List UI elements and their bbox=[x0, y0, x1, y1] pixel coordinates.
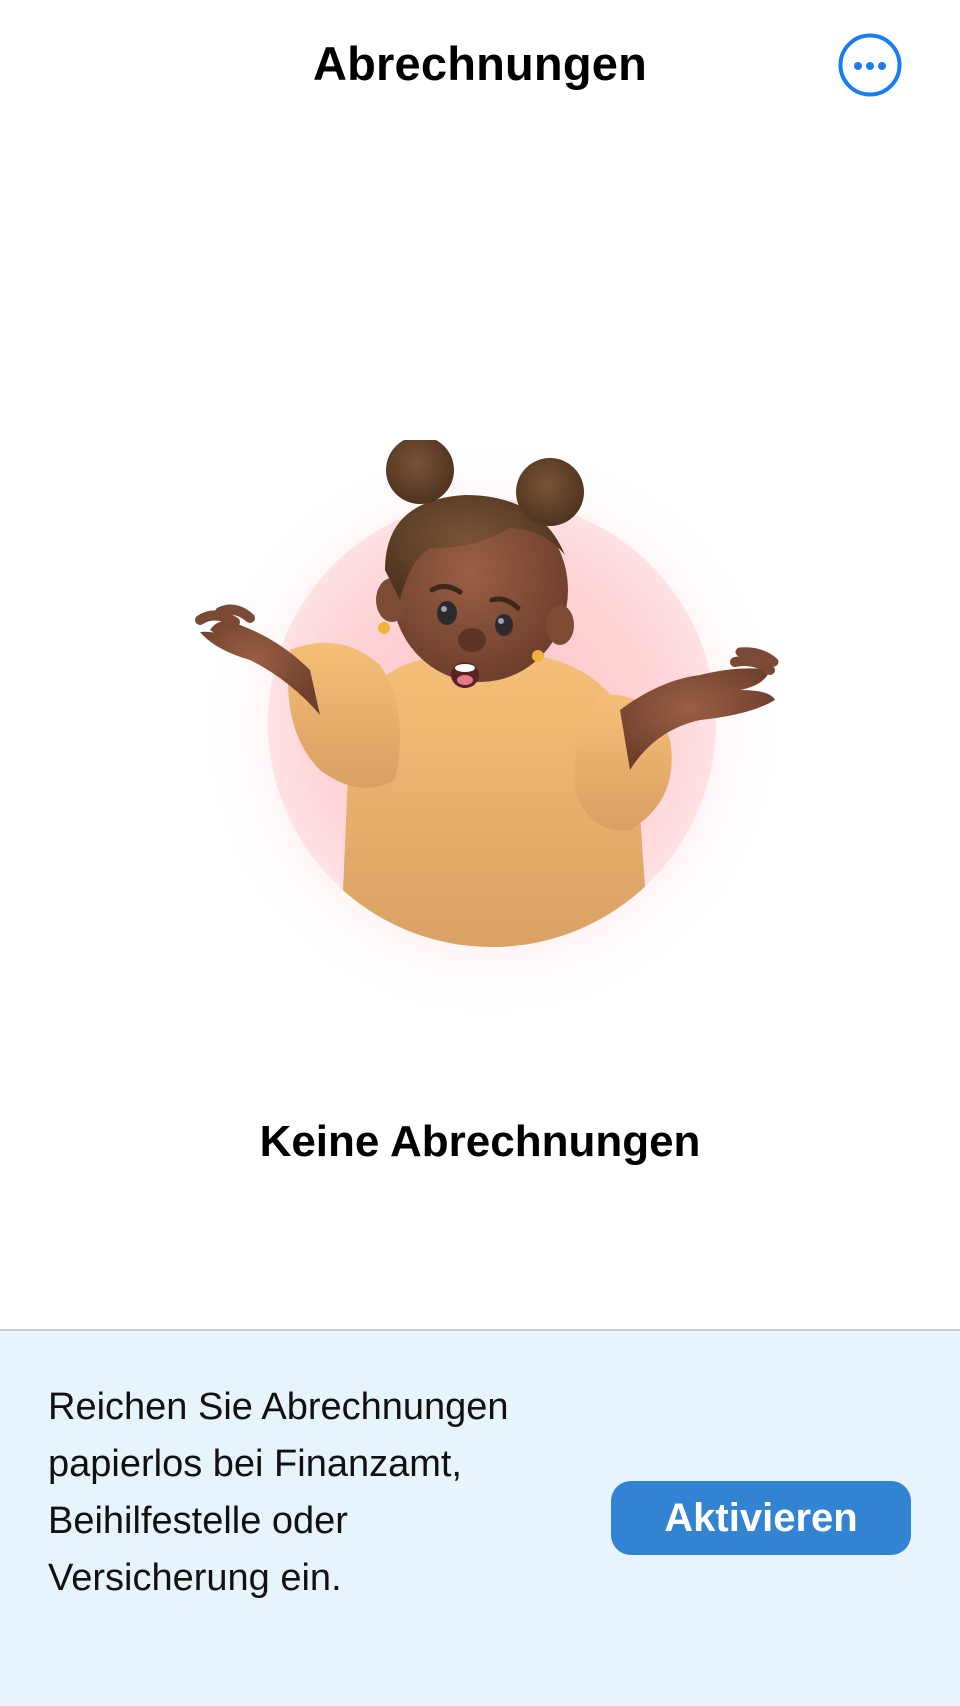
empty-state-title: Keine Abrechnungen bbox=[259, 1117, 701, 1166]
promo-banner: Reichen Sie Abrechnungen papierlos bei F… bbox=[0, 1329, 960, 1706]
ellipsis-circle-icon bbox=[838, 33, 902, 97]
page-title: Abrechnungen bbox=[312, 37, 648, 90]
promo-text: Reichen Sie Abrechnungen papierlos bei F… bbox=[48, 1386, 509, 1599]
more-options-button[interactable] bbox=[838, 33, 902, 97]
activate-button[interactable]: Aktivieren bbox=[611, 1481, 911, 1555]
navigation-bar: Abrechnungen bbox=[0, 0, 960, 132]
shrugging-person-illustration bbox=[180, 430, 792, 1080]
